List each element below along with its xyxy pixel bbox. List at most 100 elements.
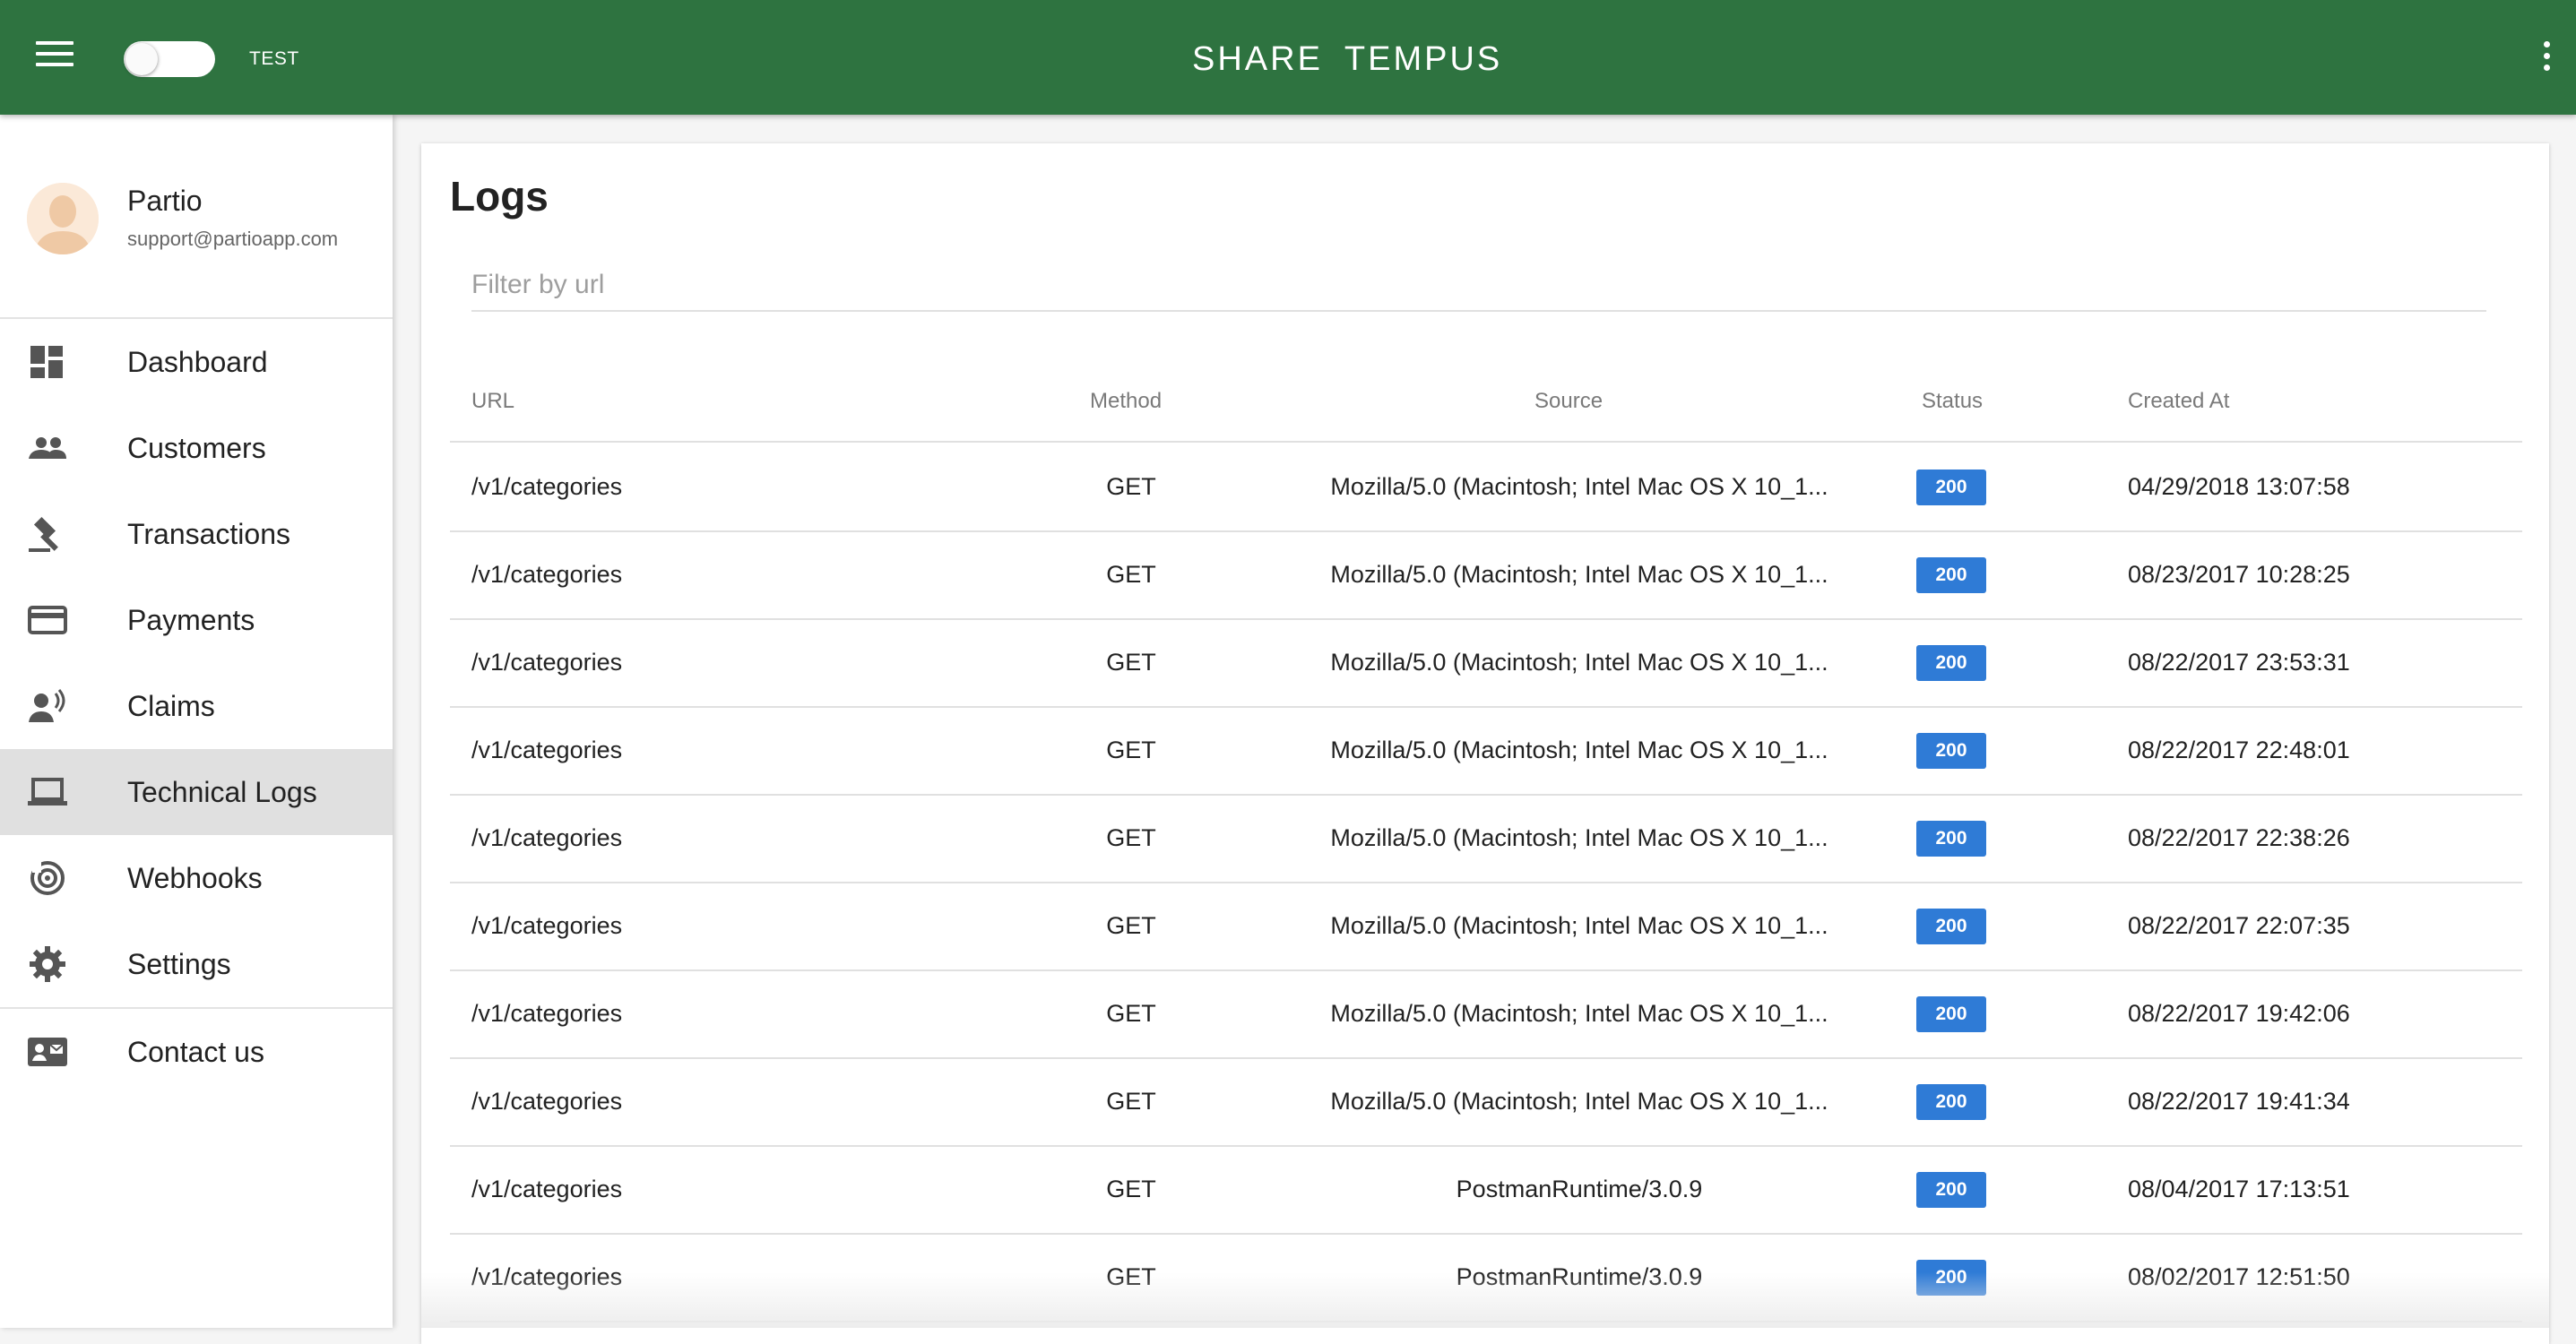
- more-options-icon[interactable]: [2540, 41, 2553, 77]
- cell-created-at: 04/29/2018 13:07:58: [2128, 473, 2350, 500]
- column-header-source[interactable]: Source: [1534, 389, 1603, 414]
- logs-card: Logs URL Method Source Status Created At…: [421, 143, 2549, 1344]
- filter-url-input[interactable]: [471, 260, 2486, 312]
- profile-email: support@partioapp.com: [127, 228, 339, 250]
- table-row[interactable]: /v1/categories GET Mozilla/5.0 (Macintos…: [450, 969, 2522, 1059]
- cell-url: /v1/categories: [471, 912, 623, 939]
- cell-url: /v1/categories: [471, 649, 623, 676]
- credit-card-icon: [28, 606, 67, 634]
- sidebar-item-claims[interactable]: Claims: [0, 663, 393, 749]
- cell-method: GET: [1106, 824, 1156, 851]
- table-header: URL Method Source Status Created At: [450, 366, 2522, 443]
- sharetempus-logo[interactable]: SHARE TEMPUS: [1192, 34, 1500, 84]
- hamburger-menu-icon[interactable]: [36, 41, 73, 72]
- cell-created-at: 08/22/2017 23:53:31: [2128, 649, 2350, 676]
- cell-source: Mozilla/5.0 (Macintosh; Intel Mac OS X 1…: [1330, 561, 1828, 588]
- cell-method: GET: [1106, 1176, 1156, 1202]
- sidebar-item-label: Settings: [127, 948, 231, 980]
- cell-method: GET: [1106, 473, 1156, 500]
- status-badge: 200: [1916, 645, 1986, 681]
- cell-created-at: 08/22/2017 22:38:26: [2128, 824, 2350, 851]
- cell-url: /v1/categories: [471, 1088, 623, 1115]
- toggle-knob[interactable]: [125, 43, 158, 75]
- status-badge: 200: [1916, 996, 1986, 1032]
- table-row[interactable]: /v1/categories GET PostmanRuntime/3.0.9 …: [450, 1145, 2522, 1235]
- gavel-icon: [29, 516, 58, 552]
- sidebar-item-payments[interactable]: Payments: [0, 577, 393, 663]
- cell-url: /v1/categories: [471, 1176, 623, 1202]
- sidebar-item-label: Technical Logs: [127, 776, 317, 808]
- table-row[interactable]: /v1/categories GET Mozilla/5.0 (Macintos…: [450, 706, 2522, 796]
- sidebar-item-webhooks[interactable]: Webhooks: [0, 835, 393, 921]
- sidebar-item-label: Webhooks: [127, 862, 263, 894]
- cell-source: Mozilla/5.0 (Macintosh; Intel Mac OS X 1…: [1330, 912, 1828, 939]
- column-header-created-at[interactable]: Created At: [2128, 389, 2229, 414]
- gear-icon: [30, 946, 65, 982]
- table-row[interactable]: /v1/categories GET PostmanRuntime/3.0.9 …: [450, 1233, 2522, 1322]
- status-badge: 200: [1916, 821, 1986, 857]
- cell-created-at: 08/23/2017 10:28:25: [2128, 561, 2350, 588]
- sidebar-item-label: Transactions: [127, 518, 290, 550]
- cell-url: /v1/categories: [471, 473, 623, 500]
- table-row[interactable]: /v1/categories GET Mozilla/5.0 (Macintos…: [450, 443, 2522, 532]
- avatar[interactable]: [27, 183, 99, 254]
- person-avatar-icon: [27, 183, 99, 254]
- table-row[interactable]: /v1/categories GET Mozilla/5.0 (Macintos…: [450, 618, 2522, 708]
- cell-url: /v1/categories: [471, 824, 623, 851]
- test-mode-toggle[interactable]: [124, 41, 215, 77]
- top-app-bar: TEST SHARE TEMPUS: [0, 0, 2576, 115]
- column-header-method[interactable]: Method: [1090, 389, 1162, 414]
- cell-created-at: 08/02/2017 12:51:50: [2128, 1263, 2350, 1290]
- column-header-url[interactable]: URL: [471, 389, 514, 414]
- sidebar-item-technical-logs[interactable]: Technical Logs: [0, 749, 393, 835]
- status-badge: 200: [1916, 557, 1986, 593]
- cell-method: GET: [1106, 737, 1156, 763]
- cell-url: /v1/categories: [471, 1000, 623, 1027]
- sidebar: Partio support@partioapp.com Dashboard C…: [0, 115, 393, 1328]
- cell-source: Mozilla/5.0 (Macintosh; Intel Mac OS X 1…: [1330, 824, 1828, 851]
- table-row[interactable]: /v1/categories GET Mozilla/5.0 (Macintos…: [450, 1057, 2522, 1147]
- sidebar-item-customers[interactable]: Customers: [0, 405, 393, 491]
- cell-created-at: 08/22/2017 19:41:34: [2128, 1088, 2350, 1115]
- column-header-status[interactable]: Status: [1922, 389, 1983, 414]
- record-voice-icon: [29, 689, 65, 722]
- contact-mail-icon: [28, 1038, 67, 1066]
- cell-source: PostmanRuntime/3.0.9: [1456, 1176, 1703, 1202]
- cell-source: Mozilla/5.0 (Macintosh; Intel Mac OS X 1…: [1330, 1000, 1828, 1027]
- table-row[interactable]: /v1/categories GET Mozilla/5.0 (Macintos…: [450, 530, 2522, 620]
- cell-method: GET: [1106, 561, 1156, 588]
- status-badge: 200: [1916, 470, 1986, 505]
- sidebar-item-settings[interactable]: Settings: [0, 921, 393, 1007]
- cell-method: GET: [1106, 912, 1156, 939]
- sidebar-item-label: Dashboard: [127, 346, 268, 378]
- cell-method: GET: [1106, 1263, 1156, 1290]
- status-badge: 200: [1916, 733, 1986, 769]
- sidebar-item-dashboard[interactable]: Dashboard: [0, 319, 393, 405]
- sidebar-item-label: Payments: [127, 604, 255, 636]
- cell-created-at: 08/22/2017 22:48:01: [2128, 737, 2350, 763]
- cell-source: Mozilla/5.0 (Macintosh; Intel Mac OS X 1…: [1330, 1088, 1828, 1115]
- cell-method: GET: [1106, 1088, 1156, 1115]
- cell-method: GET: [1106, 649, 1156, 676]
- people-icon: [29, 437, 66, 459]
- logo-text-left: SHARE: [1192, 39, 1323, 78]
- table-row[interactable]: /v1/categories GET Mozilla/5.0 (Macintos…: [450, 794, 2522, 883]
- profile-section: Partio support@partioapp.com: [0, 115, 393, 319]
- cell-created-at: 08/04/2017 17:13:51: [2128, 1176, 2350, 1202]
- sidebar-item-label: Claims: [127, 690, 215, 722]
- table-row[interactable]: /v1/categories GET Mozilla/5.0 (Macintos…: [450, 882, 2522, 971]
- cell-url: /v1/categories: [471, 737, 623, 763]
- status-badge: 200: [1916, 1172, 1986, 1208]
- status-badge: 200: [1916, 1260, 1986, 1296]
- cell-source: Mozilla/5.0 (Macintosh; Intel Mac OS X 1…: [1330, 737, 1828, 763]
- sidebar-item-label: Customers: [127, 432, 266, 464]
- page-title: Logs: [450, 173, 549, 220]
- env-label: TEST: [249, 48, 299, 69]
- sidebar-item-transactions[interactable]: Transactions: [0, 491, 393, 577]
- cell-url: /v1/categories: [471, 561, 623, 588]
- status-badge: 200: [1916, 909, 1986, 944]
- cell-source: PostmanRuntime/3.0.9: [1456, 1263, 1703, 1290]
- cell-source: Mozilla/5.0 (Macintosh; Intel Mac OS X 1…: [1330, 473, 1828, 500]
- cell-url: /v1/categories: [471, 1263, 623, 1290]
- sidebar-item-contact-us[interactable]: Contact us: [0, 1009, 393, 1095]
